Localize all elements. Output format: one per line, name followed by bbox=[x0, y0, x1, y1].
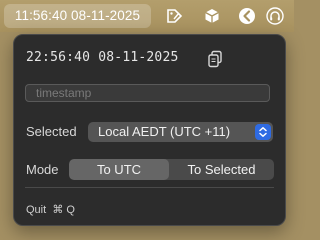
timestamp-input[interactable] bbox=[25, 84, 270, 102]
cube-icon[interactable] bbox=[203, 7, 221, 25]
timezone-select-value: Local AEDT (UTC +11) bbox=[98, 124, 231, 139]
mode-to-selected[interactable]: To Selected bbox=[169, 159, 274, 180]
mode-to-utc[interactable]: To UTC bbox=[69, 159, 169, 180]
mode-label: Mode bbox=[26, 162, 59, 177]
menu-bar: 11:56:40 08-11-2025 bbox=[0, 0, 294, 32]
menubar-clock[interactable]: 11:56:40 08-11-2025 bbox=[4, 4, 151, 28]
divider bbox=[25, 187, 274, 188]
quit-label: Quit bbox=[26, 204, 47, 216]
mode-segmented-control: To UTC To Selected bbox=[69, 159, 274, 180]
timezone-select[interactable]: Local AEDT (UTC +11) bbox=[88, 122, 273, 142]
chevron-updown-icon bbox=[255, 124, 271, 140]
headphones-icon[interactable] bbox=[266, 7, 284, 25]
converter-popover: 22:56:40 08-11-2025 Selected Local AEDT … bbox=[13, 34, 286, 226]
back-circle-icon[interactable] bbox=[238, 7, 256, 25]
selected-label: Selected bbox=[26, 124, 77, 139]
converted-timestamp: 22:56:40 08-11-2025 bbox=[26, 50, 179, 65]
copy-icon[interactable] bbox=[207, 50, 223, 68]
quit-menu-item[interactable]: Quit ⌘ Q bbox=[26, 203, 75, 216]
airport-tag-icon[interactable] bbox=[165, 7, 183, 25]
quit-shortcut: ⌘ Q bbox=[52, 204, 75, 216]
